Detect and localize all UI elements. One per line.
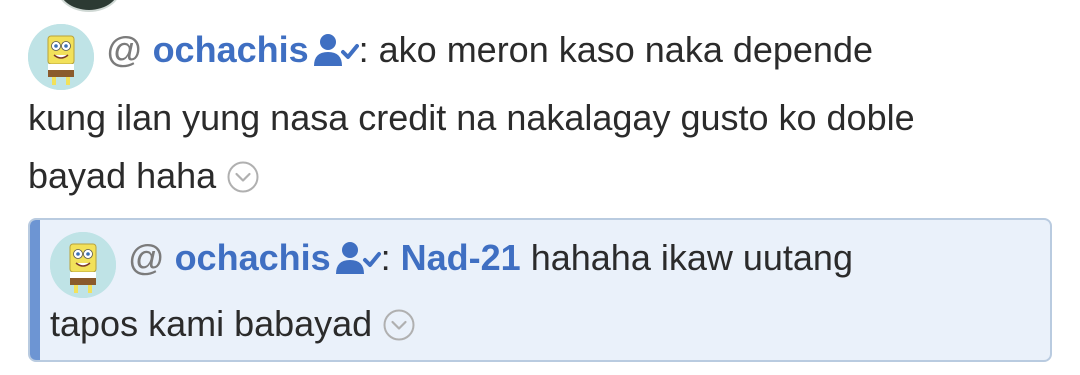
user-check-icon (335, 240, 381, 276)
comment-text-1: ako meron kaso naka depende (368, 29, 873, 70)
reply-text-line2: tapos kami babayad (50, 302, 416, 346)
reply-text-2: tapos kami babayad (50, 303, 373, 344)
colon: : (358, 29, 369, 70)
avatar[interactable] (28, 24, 94, 90)
comment-thread: @ ochachis : ako meron kaso naka depende… (0, 0, 1080, 375)
username-link[interactable]: ochachis (153, 29, 309, 70)
reply-accent-bar (30, 220, 40, 360)
user-check-icon (313, 32, 359, 68)
spongebob-avatar-icon (28, 24, 94, 90)
at-symbol: @ (106, 29, 143, 70)
comment-text-3: bayad haha (28, 155, 217, 196)
reply-text-1: hahaha ikaw uutang (520, 237, 853, 278)
mention-link[interactable]: Nad-21 (401, 237, 521, 278)
spongebob-avatar-icon (50, 232, 116, 298)
reply-header-line: @ ochachis : Nad-21 hahaha ikaw uutang (128, 236, 853, 280)
colon: : (380, 237, 391, 278)
previous-avatar[interactable] (56, 0, 122, 12)
reply-avatar[interactable] (50, 232, 116, 298)
comment-header-line: @ ochachis : ako meron kaso naka depende (106, 28, 873, 72)
chevron-down-circle-icon[interactable] (382, 308, 416, 342)
reply-quote[interactable]: @ ochachis : Nad-21 hahaha ikaw uutang t… (28, 218, 1052, 362)
at-symbol: @ (128, 237, 165, 278)
chevron-down-circle-icon[interactable] (226, 160, 260, 194)
comment-text-line3: bayad haha (28, 154, 260, 198)
comment-text-2: kung ilan yung nasa credit na nakalagay … (28, 97, 915, 138)
reply-username-link[interactable]: ochachis (175, 237, 331, 278)
